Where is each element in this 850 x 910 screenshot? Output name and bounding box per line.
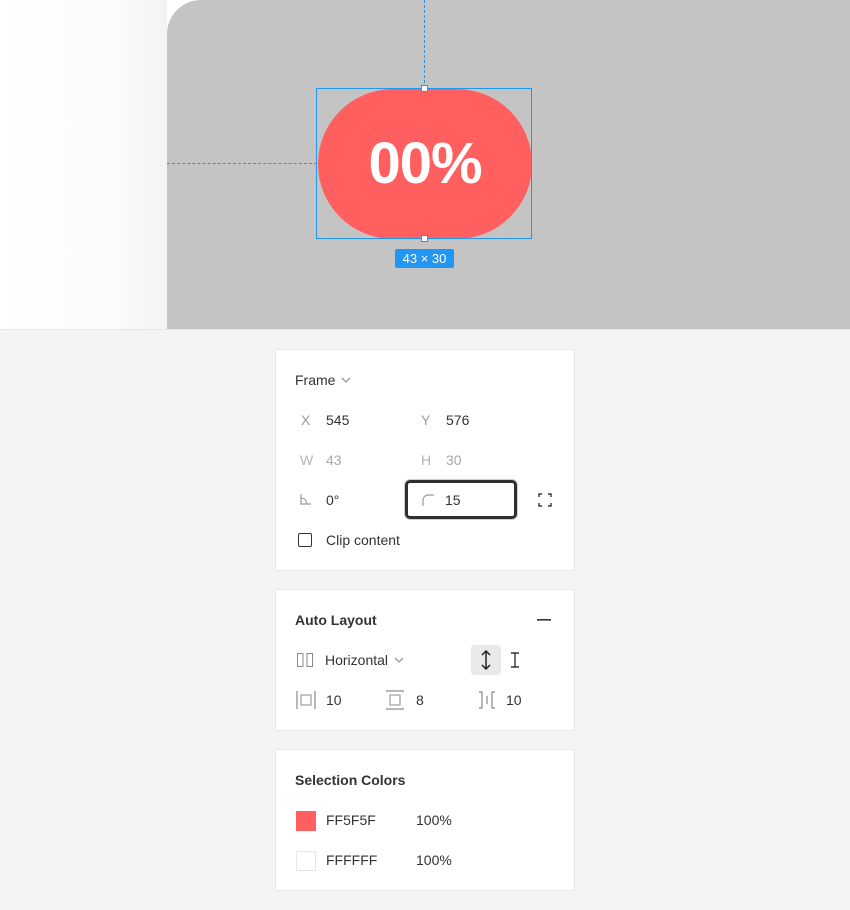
remove-auto-layout-icon[interactable] bbox=[537, 619, 551, 621]
auto-layout-panel: Auto Layout Horizontal 10 8 10 bbox=[275, 589, 575, 731]
auto-layout-title: Auto Layout bbox=[295, 612, 377, 628]
w-input[interactable]: 43 bbox=[326, 452, 342, 468]
horizontal-guide-line bbox=[167, 163, 317, 164]
clip-content-checkbox[interactable] bbox=[298, 533, 312, 547]
text-cursor-icon[interactable] bbox=[510, 652, 520, 668]
design-canvas[interactable]: 00% 43 × 30 bbox=[0, 0, 850, 330]
chevron-down-icon bbox=[341, 377, 351, 383]
color-hex[interactable]: FFFFFF bbox=[326, 852, 377, 868]
chevron-down-icon bbox=[394, 657, 404, 663]
independent-corners-icon[interactable] bbox=[538, 493, 552, 507]
resize-handle-top[interactable] bbox=[421, 85, 428, 92]
color-swatch[interactable] bbox=[296, 851, 316, 871]
x-input[interactable]: 545 bbox=[326, 412, 349, 428]
canvas-margin bbox=[0, 0, 167, 329]
size-badge: 43 × 30 bbox=[395, 249, 454, 268]
resize-handle-bottom[interactable] bbox=[421, 235, 428, 242]
corner-radius-field[interactable]: 15 bbox=[405, 480, 517, 519]
corner-radius-icon bbox=[422, 494, 434, 506]
selection-colors-panel: Selection Colors FF5F5F 100% FFFFFF 100% bbox=[275, 749, 575, 891]
y-input[interactable]: 576 bbox=[446, 412, 469, 428]
vertical-padding-icon bbox=[386, 690, 404, 710]
w-label: W bbox=[300, 452, 314, 468]
color-opacity[interactable]: 100% bbox=[416, 852, 452, 868]
rotation-icon bbox=[300, 494, 311, 505]
selection-colors-title: Selection Colors bbox=[295, 772, 406, 788]
item-spacing-input[interactable]: 10 bbox=[506, 692, 522, 708]
vertical-padding-input[interactable]: 8 bbox=[416, 692, 424, 708]
horizontal-padding-input[interactable]: 10 bbox=[326, 692, 342, 708]
h-input[interactable]: 30 bbox=[446, 452, 462, 468]
y-label: Y bbox=[421, 412, 431, 428]
color-hex[interactable]: FF5F5F bbox=[326, 812, 376, 828]
rotation-input[interactable]: 0° bbox=[326, 492, 339, 508]
horizontal-padding-icon bbox=[296, 691, 316, 709]
color-swatch[interactable] bbox=[296, 811, 316, 831]
clip-content-label: Clip content bbox=[326, 532, 400, 548]
frame-panel: Frame X 545 Y 576 W 43 H 30 0° 15 Clip c… bbox=[275, 349, 575, 571]
direction-value: Horizontal bbox=[325, 652, 389, 668]
x-label: X bbox=[301, 412, 311, 428]
direction-dropdown[interactable]: Horizontal bbox=[325, 652, 404, 668]
hug-contents-toggle[interactable] bbox=[471, 645, 501, 675]
color-opacity[interactable]: 100% bbox=[416, 812, 452, 828]
h-label: H bbox=[421, 452, 432, 468]
frame-type-dropdown[interactable]: Frame bbox=[295, 372, 351, 388]
frame-panel-title: Frame bbox=[295, 372, 336, 388]
pill-label: 00% bbox=[368, 131, 482, 196]
selected-frame-pill[interactable]: 00% bbox=[318, 89, 532, 239]
vertical-guide-line bbox=[424, 0, 425, 88]
item-spacing-icon bbox=[479, 691, 495, 709]
corner-radius-input[interactable]: 15 bbox=[445, 492, 461, 508]
resize-vertical-icon bbox=[481, 650, 491, 670]
horizontal-direction-icon bbox=[297, 653, 313, 667]
